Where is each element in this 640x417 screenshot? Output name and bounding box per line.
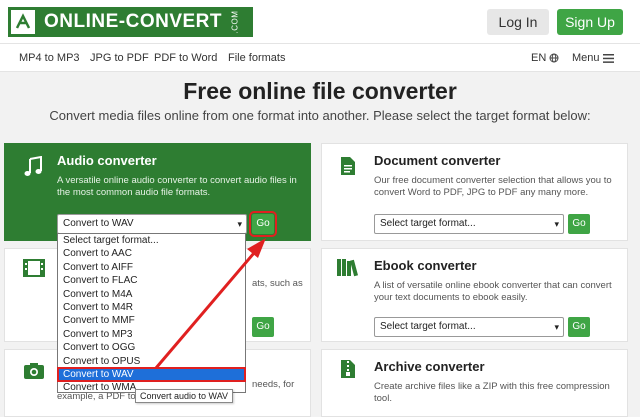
- dropdown-option-mp3[interactable]: Convert to MP3: [58, 328, 245, 341]
- language-selector[interactable]: EN: [531, 52, 559, 64]
- menu-label: Menu: [572, 52, 600, 64]
- chevron-down-icon: ▾: [554, 322, 559, 332]
- music-note-icon: [24, 156, 42, 176]
- film-icon: [23, 259, 45, 277]
- page-title: Free online file converter: [183, 78, 457, 104]
- document-go-button[interactable]: Go: [568, 214, 590, 234]
- dropdown-option-flac[interactable]: Convert to FLAC: [58, 274, 245, 287]
- audio-format-dropdown[interactable]: Select target format... Convert to AAC C…: [57, 233, 246, 393]
- chevron-down-icon: ▾: [237, 219, 242, 229]
- archive-card-description: Create archive files like a ZIP with thi…: [374, 381, 610, 404]
- audio-card-description: A versatile online audio converter to co…: [57, 175, 297, 198]
- dropdown-option-mmf[interactable]: Convert to MMF: [58, 314, 245, 327]
- nav-jpg-to-pdf[interactable]: JPG to PDF: [90, 52, 149, 64]
- document-select-value: Select target format...: [380, 218, 476, 229]
- globe-icon: [549, 53, 559, 63]
- audio-converter-card: Audio converter A versatile online audio…: [4, 143, 311, 241]
- ebook-converter-card: Ebook converter A list of versatile onli…: [321, 248, 628, 342]
- option-tooltip: Convert audio to WAV: [135, 389, 234, 403]
- audio-go-button[interactable]: Go: [249, 211, 277, 237]
- audio-format-select[interactable]: Convert to WAV ▾: [57, 214, 247, 234]
- video-card-description: ats, such as: [252, 278, 303, 289]
- document-format-select[interactable]: Select target format... ▾: [374, 214, 564, 234]
- top-nav: MP4 to MP3 JPG to PDF PDF to Word File f…: [0, 44, 640, 72]
- document-icon: [341, 157, 355, 175]
- ebook-format-select[interactable]: Select target format... ▾: [374, 317, 564, 337]
- dropdown-option-wav[interactable]: Convert to WAV: [57, 366, 246, 383]
- site-header: ONLINE-CONVERT .COM Log In Sign Up: [0, 0, 640, 44]
- dropdown-option-m4a[interactable]: Convert to M4A: [58, 288, 245, 301]
- logo-wordmark: ONLINE-CONVERT .COM: [38, 7, 253, 37]
- document-converter-card: Document converter Our free document con…: [321, 143, 628, 241]
- logo-icon: [8, 7, 38, 37]
- ebook-card-description: A list of versatile online ebook convert…: [374, 280, 612, 303]
- dropdown-option-aac[interactable]: Convert to AAC: [58, 247, 245, 260]
- nav-mp4-to-mp3[interactable]: MP4 to MP3: [19, 52, 80, 64]
- document-card-title: Document converter: [374, 153, 501, 168]
- audio-card-title: Audio converter: [57, 153, 157, 168]
- ebook-card-title: Ebook converter: [374, 258, 477, 273]
- logo-text: ONLINE-CONVERT: [44, 11, 222, 32]
- zip-file-icon: [341, 360, 355, 378]
- page-subtitle: Convert media files online from one form…: [49, 108, 591, 123]
- language-label: EN: [531, 52, 547, 64]
- ebook-go-button[interactable]: Go: [568, 317, 590, 337]
- login-button[interactable]: Log In: [487, 9, 549, 35]
- dropdown-option-aiff[interactable]: Convert to AIFF: [58, 261, 245, 274]
- camera-icon: [24, 363, 44, 379]
- dropdown-option-m4r[interactable]: Convert to M4R: [58, 301, 245, 314]
- archive-card-title: Archive converter: [374, 359, 485, 374]
- books-icon: [337, 259, 359, 277]
- nav-file-formats[interactable]: File formats: [228, 52, 285, 64]
- signup-button[interactable]: Sign Up: [557, 9, 623, 35]
- video-go-button[interactable]: Go: [252, 317, 274, 337]
- logo-com: .COM: [230, 10, 240, 34]
- dropdown-option-placeholder[interactable]: Select target format...: [58, 234, 245, 247]
- chevron-down-icon: ▾: [554, 219, 559, 229]
- hamburger-icon: [602, 53, 614, 63]
- document-card-description: Our free document converter selection th…: [374, 175, 612, 198]
- image-card-description-1: needs, for: [252, 379, 295, 390]
- nav-pdf-to-word[interactable]: PDF to Word: [154, 52, 217, 64]
- archive-converter-card: Archive converter Create archive files l…: [321, 349, 628, 417]
- menu-button[interactable]: Menu: [572, 52, 614, 64]
- audio-select-value: Convert to WAV: [63, 218, 134, 229]
- dropdown-option-opus[interactable]: Convert to OPUS: [58, 355, 245, 368]
- site-logo[interactable]: ONLINE-CONVERT .COM: [8, 6, 253, 38]
- dropdown-option-ogg[interactable]: Convert to OGG: [58, 341, 245, 354]
- ebook-select-value: Select target format...: [380, 321, 476, 332]
